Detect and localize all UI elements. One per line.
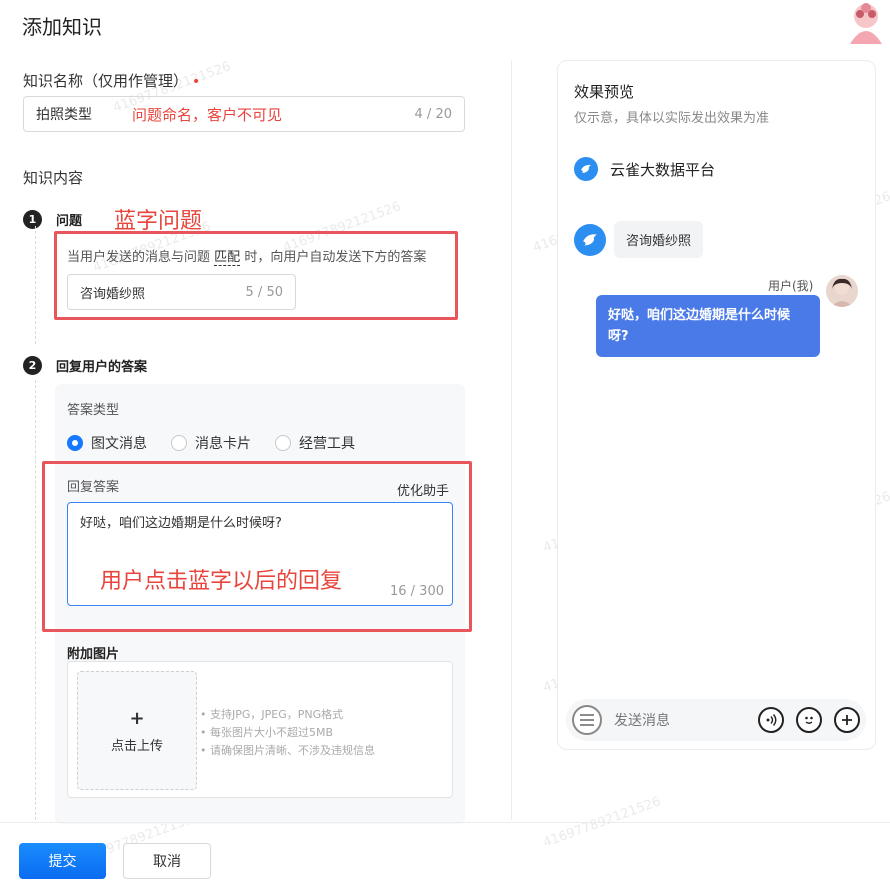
message-input[interactable]: 发送消息: [614, 710, 758, 730]
required-mark: •: [192, 74, 201, 90]
radio-rich-text[interactable]: 图文消息: [67, 433, 147, 453]
radio-message-card[interactable]: 消息卡片: [171, 433, 251, 453]
image-area: + 点击上传 支持JPG，JPEG，PNG格式 每张图片大小不超过5MB 请确保…: [67, 661, 453, 798]
match-link[interactable]: 匹配: [214, 250, 241, 266]
content-label: 知识内容: [23, 169, 84, 187]
upload-tips: 支持JPG，JPEG，PNG格式 每张图片大小不超过5MB 请确保图片清晰、不涉…: [200, 706, 375, 760]
voice-icon[interactable]: [758, 707, 784, 733]
upload-button[interactable]: + 点击上传: [77, 671, 197, 790]
reply-annotation: 用户点击蓝字以后的回复: [100, 569, 343, 594]
step-1-number: 1: [23, 209, 42, 229]
bot-name: 云雀大数据平台: [610, 160, 716, 179]
radio-unselected-icon: [275, 435, 291, 451]
tip-item: 每张图片大小不超过5MB: [200, 724, 375, 742]
step-2-number: 2: [23, 356, 42, 375]
user-avatar: [826, 275, 858, 307]
bot-header: 云雀大数据平台: [574, 157, 715, 181]
menu-list-icon[interactable]: [572, 705, 602, 735]
tip-item: 支持JPG，JPEG，PNG格式: [200, 706, 375, 724]
step-connector: [35, 380, 36, 820]
step-2-label: 回复用户的答案: [56, 360, 148, 375]
desc-before: 当用户发送的消息与问题: [67, 250, 211, 265]
step-1-label: 问题: [56, 213, 83, 229]
reply-char-count: 16 / 300: [390, 584, 444, 599]
answer-type-label: 答案类型: [67, 403, 120, 418]
question-description: 当用户发送的消息与问题 匹配 时，向用户自动发送下方的答案: [67, 246, 427, 266]
upload-label: 点击上传: [110, 738, 163, 754]
step-answer: 2 回复用户的答案: [23, 356, 147, 375]
reply-value: 好哒，咱们这边婚期是什么时候呀?: [80, 516, 282, 531]
attach-image-label: 附加图片: [67, 647, 120, 662]
tip-item: 请确保图片清晰、不涉及违规信息: [200, 742, 375, 760]
question-value: 咨询婚纱照: [80, 286, 146, 302]
bird-logo-icon: [574, 157, 598, 181]
question-input[interactable]: 咨询婚纱照 5 / 50: [67, 274, 296, 310]
vertical-divider: [511, 60, 512, 820]
radio-unselected-icon: [171, 435, 187, 451]
radio-selected-icon: [67, 435, 83, 451]
answer-type-radios: 图文消息 消息卡片 经营工具: [67, 433, 379, 453]
preview-subtitle: 仅示意，具体以实际发出效果为准: [574, 111, 770, 126]
bot-question-bubble[interactable]: 咨询婚纱照: [614, 221, 704, 258]
bot-avatar-icon: [574, 223, 606, 256]
name-label-text: 知识名称（仅用作管理）: [23, 72, 189, 90]
add-icon[interactable]: [834, 707, 860, 733]
plus-icon: +: [129, 707, 145, 729]
preview-title: 效果预览: [574, 83, 635, 101]
reply-label: 回复答案: [67, 480, 120, 495]
desc-after: 时，向用户自动发送下方的答案: [244, 250, 427, 265]
reply-textarea[interactable]: 好哒，咱们这边婚期是什么时候呀? 用户点击蓝字以后的回复 16 / 300: [67, 502, 453, 606]
step-connector: [35, 226, 36, 344]
question-char-count: 5 / 50: [245, 284, 283, 300]
emoji-icon[interactable]: [796, 707, 822, 733]
cancel-button[interactable]: 取消: [123, 843, 211, 879]
submit-button[interactable]: 提交: [19, 843, 106, 879]
radio-label: 经营工具: [299, 436, 355, 452]
user-reply-bubble: 好哒，咱们这边婚期是什么时候呀?: [596, 295, 820, 357]
message-input-bar: 发送消息: [566, 699, 866, 741]
user-label: 用户(我): [768, 279, 814, 293]
radio-label: 消息卡片: [195, 436, 251, 452]
name-char-count: 4 / 20: [414, 106, 452, 122]
radio-business-tool[interactable]: 经营工具: [275, 433, 355, 453]
knowledge-name-value: 拍照类型: [36, 107, 92, 123]
decorative-avatar-icon: [850, 3, 882, 44]
page-title: 添加知识: [22, 15, 102, 39]
bot-message-row: 咨询婚纱照: [574, 221, 704, 258]
name-annotation: 问题命名，客户不可见: [132, 105, 283, 124]
radio-label: 图文消息: [91, 436, 147, 452]
knowledge-name-input[interactable]: 拍照类型 问题命名，客户不可见 4 / 20: [23, 96, 465, 132]
footer-divider: [0, 822, 890, 823]
optimize-assistant-button[interactable]: 优化助手: [397, 480, 449, 499]
preview-panel: 效果预览 仅示意，具体以实际发出效果为准 云雀大数据平台 咨询婚纱照 用户(我)…: [557, 60, 876, 750]
name-field-label: 知识名称（仅用作管理） •: [23, 70, 200, 91]
